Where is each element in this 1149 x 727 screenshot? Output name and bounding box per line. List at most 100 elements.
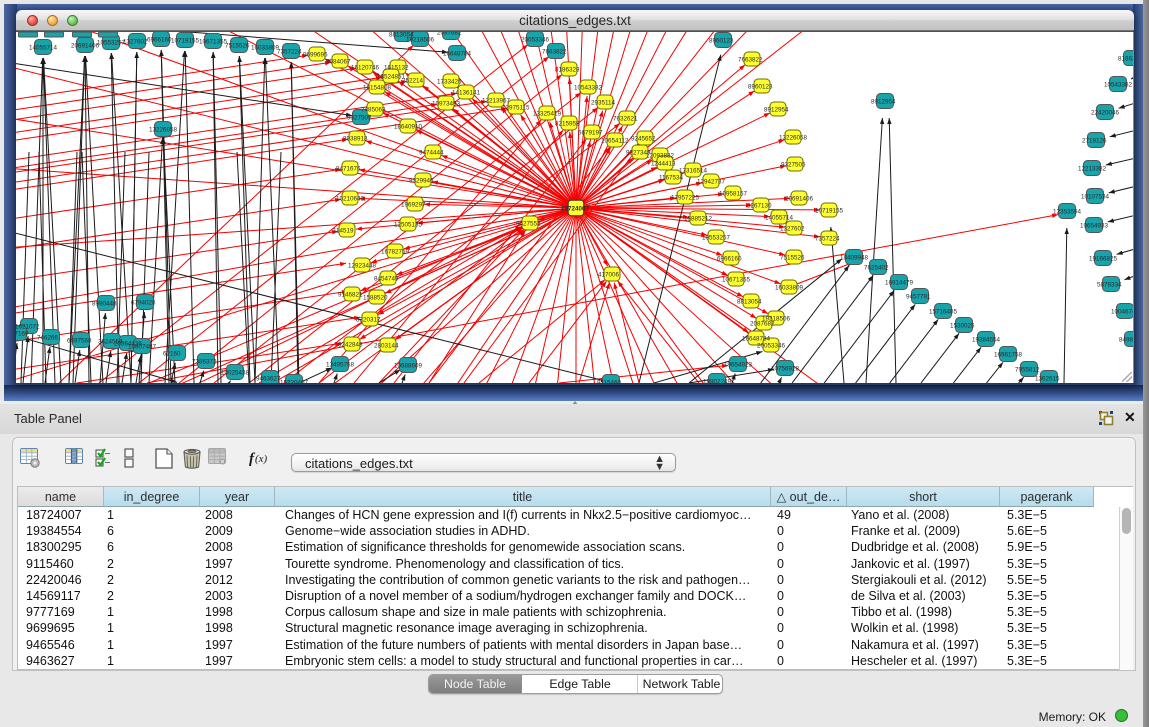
- svg-text:16154808: 16154808: [363, 85, 392, 92]
- svg-text:22420046: 22420046: [1091, 110, 1120, 117]
- svg-text:252214: 252214: [402, 78, 424, 85]
- svg-text:16120746: 16120746: [351, 65, 380, 72]
- svg-text:14055714: 14055714: [765, 215, 794, 222]
- svg-text:10025438: 10025438: [221, 370, 250, 377]
- svg-text:14055714: 14055714: [29, 45, 58, 52]
- svg-text:1530025: 1530025: [950, 323, 975, 330]
- svg-text:1167534: 1167534: [659, 175, 684, 182]
- svg-text:8960123: 8960123: [748, 84, 773, 91]
- svg-text:17957225: 17957225: [671, 195, 700, 202]
- svg-text:6497568: 6497568: [67, 338, 92, 345]
- svg-text:10543382: 10543382: [1104, 82, 1133, 89]
- svg-text:9146821: 9146821: [338, 292, 363, 299]
- svg-text:15720407: 15720407: [280, 380, 309, 384]
- svg-text:9474444: 9474444: [419, 150, 444, 157]
- svg-text:8813054: 8813054: [737, 299, 762, 306]
- svg-text:16648784: 16648784: [742, 336, 771, 343]
- svg-text:1588520: 1588520: [363, 295, 388, 302]
- svg-text:9777169: 9777169: [16, 331, 29, 338]
- svg-text:2803144: 2803144: [374, 343, 399, 350]
- svg-text:9115460: 9115460: [597, 380, 622, 384]
- svg-text:8912954: 8912954: [871, 99, 896, 106]
- svg-text:12942737: 12942737: [697, 179, 726, 186]
- svg-text:10973493: 10973493: [432, 101, 461, 108]
- svg-text:18724007: 18724007: [561, 206, 590, 213]
- svg-text:8454749: 8454749: [374, 276, 399, 283]
- svg-text:417006: 417006: [598, 272, 620, 279]
- svg-text:17316514: 17316514: [679, 168, 708, 175]
- svg-text:12505135: 12505135: [394, 222, 423, 229]
- svg-text:1327602: 1327602: [123, 39, 148, 46]
- svg-text:7663822: 7663822: [542, 49, 567, 56]
- svg-text:16033809: 16033809: [775, 285, 804, 292]
- svg-text:19166825: 19166825: [1089, 256, 1118, 263]
- svg-text:16782759: 16782759: [381, 249, 410, 256]
- svg-text:2935114: 2935114: [591, 100, 616, 107]
- svg-text:10756928: 10756928: [771, 366, 800, 373]
- svg-text:1327602: 1327602: [780, 226, 805, 233]
- svg-text:7632621: 7632621: [613, 116, 638, 123]
- svg-text:1733426: 1733426: [437, 79, 462, 86]
- svg-text:9457791: 9457791: [906, 294, 931, 301]
- svg-text:18807249: 18807249: [703, 379, 732, 384]
- svg-text:12353594: 12353594: [1053, 209, 1082, 216]
- svg-text:20691406: 20691406: [785, 196, 814, 203]
- svg-text:16033809: 16033809: [251, 45, 280, 52]
- svg-text:10654112: 10654112: [601, 138, 629, 145]
- svg-text:13495758: 13495758: [326, 362, 355, 369]
- svg-text:7625402: 7625402: [864, 265, 889, 272]
- svg-text:8960123: 8960123: [709, 38, 734, 45]
- svg-text:15716485: 15716485: [929, 309, 958, 316]
- svg-text:10807487: 10807487: [128, 344, 157, 351]
- svg-text:1621072: 1621072: [16, 324, 40, 331]
- svg-text:9427552: 9427552: [516, 221, 541, 228]
- svg-text:746266: 746266: [37, 335, 59, 342]
- svg-text:1969297: 1969297: [401, 202, 426, 209]
- svg-text:10553257: 10553257: [702, 235, 731, 242]
- svg-text:7357224: 7357224: [815, 236, 840, 243]
- svg-text:(x): (x): [255, 453, 268, 465]
- svg-text:1615132: 1615132: [384, 65, 409, 72]
- svg-text:9084067: 9084067: [326, 59, 351, 66]
- svg-text:7955812: 7955812: [1015, 367, 1040, 374]
- svg-text:10719155: 10719155: [171, 38, 200, 45]
- svg-text:20053346: 20053346: [757, 343, 786, 350]
- svg-text:10719155: 10719155: [815, 208, 844, 215]
- svg-text:8912954: 8912954: [764, 107, 789, 114]
- svg-text:8215958: 8215958: [555, 121, 580, 128]
- svg-text:19218506: 19218506: [406, 37, 435, 44]
- svg-text:62160: 62160: [163, 351, 181, 358]
- svg-text:20053346: 20053346: [521, 37, 550, 44]
- svg-text:14136141: 14136141: [452, 90, 481, 97]
- svg-text:9327505: 9327505: [781, 162, 806, 169]
- svg-text:18640910: 18640910: [394, 124, 423, 131]
- svg-text:10107534: 10107534: [1081, 194, 1110, 201]
- svg-text:6794028: 6794028: [131, 300, 156, 307]
- svg-text:9242848: 9242848: [338, 342, 363, 349]
- svg-text:12923448: 12923448: [348, 263, 377, 270]
- svg-text:9329946: 9329946: [409, 178, 434, 185]
- svg-text:12213967: 12213967: [482, 98, 511, 105]
- svg-text:10671355: 10671355: [722, 277, 751, 284]
- svg-text:10671355: 10671355: [199, 39, 228, 46]
- svg-text:16648784: 16648784: [443, 51, 472, 58]
- svg-text:19654933: 19654933: [1080, 223, 1109, 230]
- svg-text:8186328: 8186328: [555, 67, 580, 74]
- svg-text:8471676: 8471676: [336, 166, 361, 173]
- svg-text:8220317: 8220317: [356, 317, 381, 324]
- svg-text:16961758: 16961758: [994, 352, 1023, 359]
- svg-text:7663822: 7663822: [738, 57, 763, 64]
- svg-text:19384554: 19384554: [972, 337, 1001, 344]
- svg-text:9245652: 9245652: [631, 136, 656, 143]
- svg-text:13226058: 13226058: [779, 135, 808, 142]
- svg-text:114519: 114519: [333, 228, 354, 235]
- svg-text:19654923: 19654923: [724, 362, 753, 369]
- svg-text:7515526: 7515526: [225, 43, 250, 50]
- svg-text:10210643: 10210643: [336, 196, 365, 203]
- svg-text:2087682: 2087682: [750, 321, 775, 328]
- svg-text:13325419: 13325419: [533, 111, 562, 118]
- svg-text:7386372: 7386372: [192, 359, 217, 366]
- svg-text:16914479: 16914479: [885, 280, 914, 287]
- svg-text:9327505: 9327505: [347, 115, 372, 122]
- svg-text:8186328: 8186328: [1118, 56, 1133, 63]
